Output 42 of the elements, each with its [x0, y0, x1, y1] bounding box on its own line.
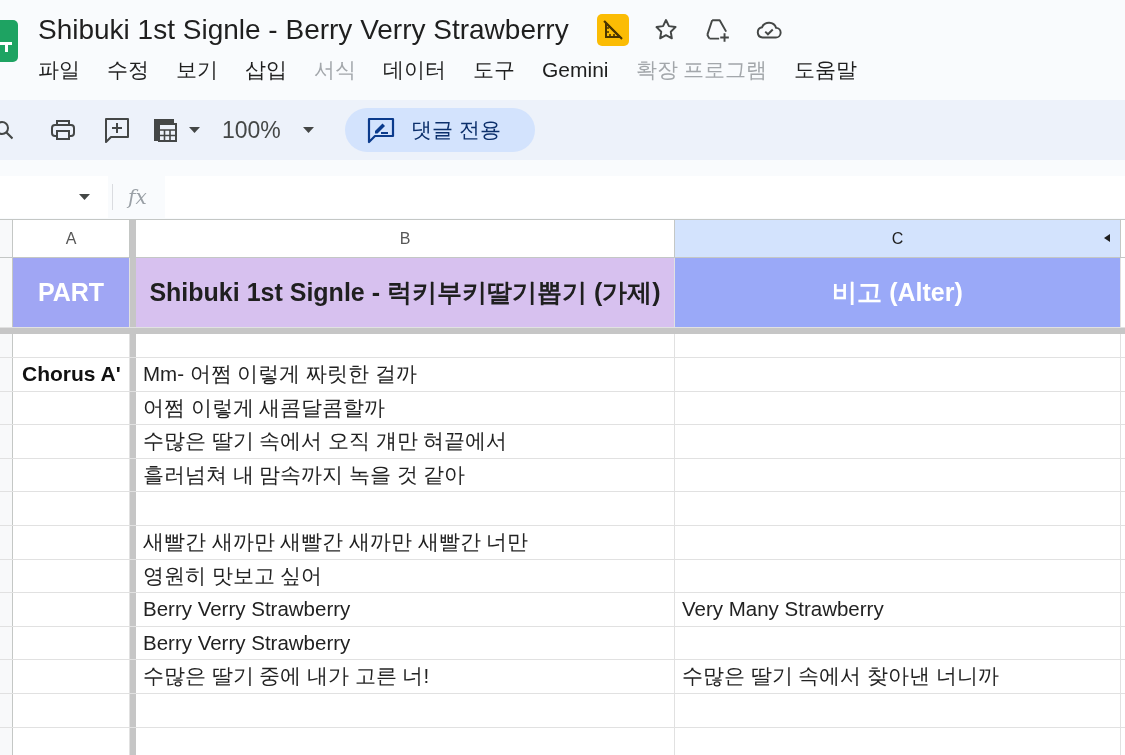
- caret-icon: [79, 194, 90, 200]
- table-header-cell: Shibuki 1st Signle - 럭키부키딸기뽑기 (가제): [136, 258, 675, 327]
- printer-icon[interactable]: [50, 118, 76, 142]
- table-cell-text: 새빨간 새까만 새빨간 새까만 새빨간 너만: [142, 528, 530, 555]
- left-triangle-icon[interactable]: [1104, 234, 1110, 242]
- table-cell-text: Berry Verry Strawberry: [142, 629, 352, 656]
- table-header-cell: 비고 (Alter): [675, 258, 1121, 327]
- formula-input-field[interactable]: [165, 176, 1125, 218]
- table-cell-text: Mm- 어쩜 이렇게 짜릿한 걸까: [142, 361, 418, 387]
- zoom-dropdown[interactable]: 100%: [222, 116, 314, 144]
- comment-only-button[interactable]: 댓글 전용: [344, 108, 535, 152]
- functions-dropdown[interactable]: [152, 117, 200, 143]
- menu-item[interactable]: 삽입: [245, 56, 287, 84]
- caret-icon: [302, 127, 314, 133]
- table-cell-text: 수많은 딸기 속에서 찾아낸 너니까: [681, 663, 1000, 690]
- menu-item[interactable]: 도움말: [794, 56, 858, 84]
- logo-icon[interactable]: [0, 20, 18, 62]
- menu-item[interactable]: 보기: [176, 56, 218, 84]
- table-cell-text: 흘러넘쳐 내 맘속까지 녹을 것 같아: [142, 461, 467, 488]
- slashed-ruler-icon[interactable]: [596, 14, 629, 46]
- comment-pen-icon: [366, 116, 395, 144]
- comment-plus-icon[interactable]: [104, 117, 130, 143]
- column-header[interactable]: C: [675, 220, 1121, 257]
- menu-item[interactable]: 파일: [38, 56, 80, 84]
- table-cell-text: 영원히 맛보고 싶어: [142, 562, 324, 589]
- menu-item[interactable]: Gemini: [542, 56, 609, 84]
- table-cell-text: 수많은 딸기 중에 내가 고른 너!: [142, 663, 431, 690]
- fx-label: fx: [128, 184, 148, 211]
- table-cell-text: 어쩜 이렇게 새콤달콤할까: [142, 394, 387, 421]
- name-box-field[interactable]: [0, 176, 108, 218]
- table-cell-text: Very Many Strawberry: [681, 596, 885, 623]
- search-icon[interactable]: [0, 118, 13, 142]
- caret-icon: [189, 127, 200, 133]
- menu-item[interactable]: 수정: [107, 56, 149, 84]
- menu-item[interactable]: 도구: [473, 56, 515, 84]
- table-header-cell: PART: [13, 258, 130, 327]
- menu-item[interactable]: 데이터: [383, 56, 446, 84]
- document-title[interactable]: Shibuki 1st Signle - Berry Verry Strawberry: [38, 12, 569, 48]
- grid-page-icon: [152, 117, 178, 143]
- table-cell-text: 수많은 딸기 속에서 오직 걔만 혀끝에서: [142, 428, 509, 455]
- table-cell-text: Berry Verry Strawberry: [142, 596, 352, 623]
- table-cell-text: Chorus A': [21, 361, 122, 387]
